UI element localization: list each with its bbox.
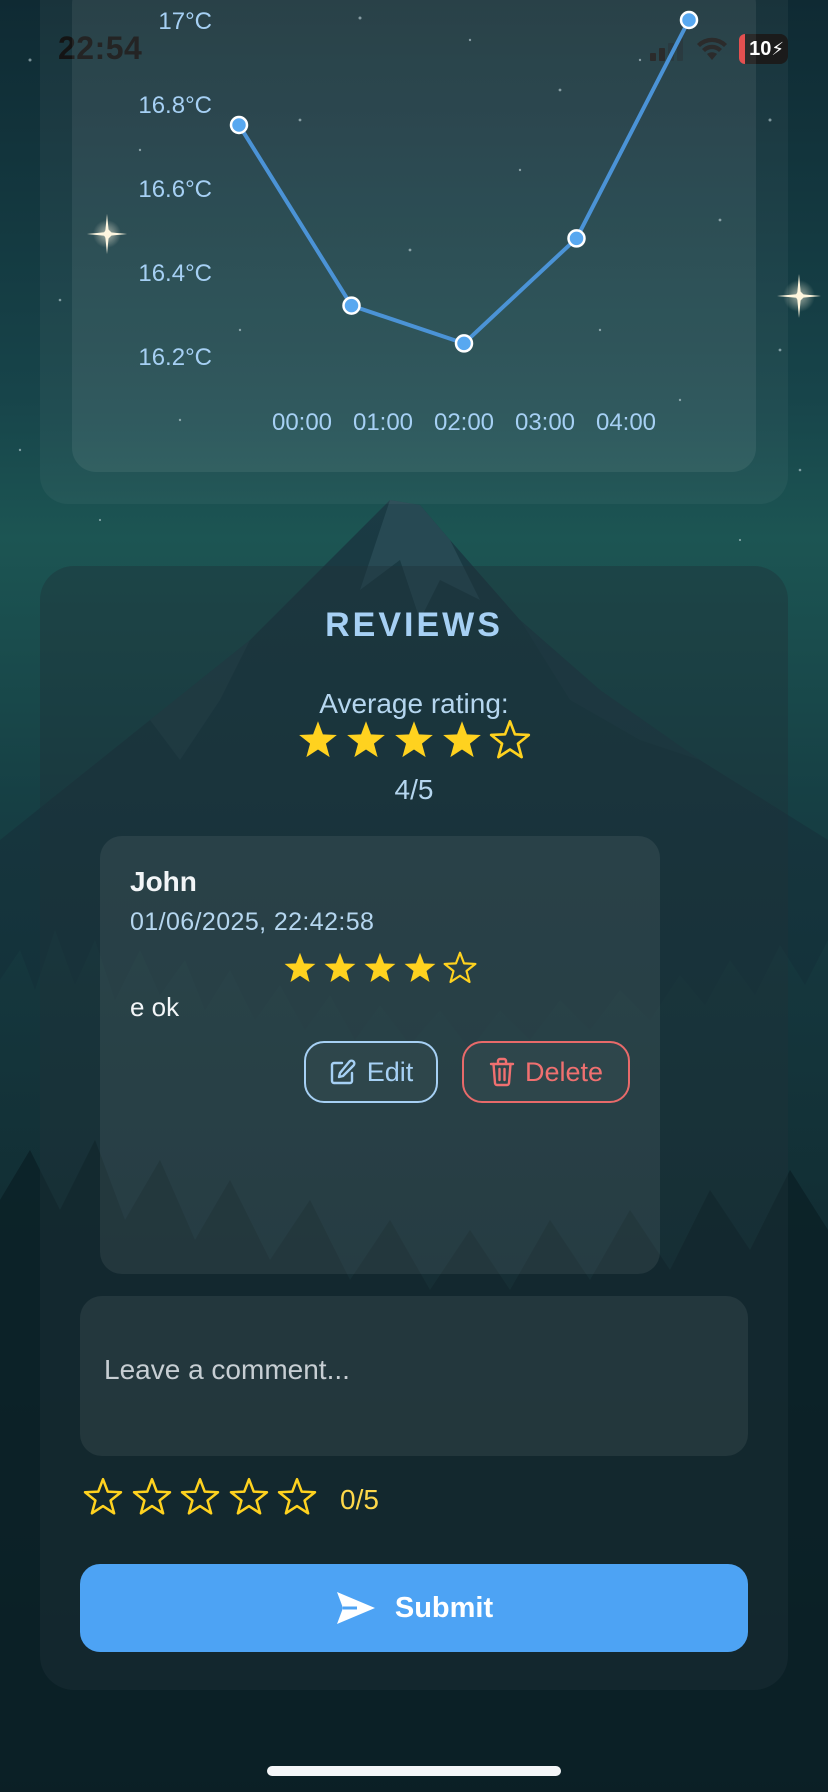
star-filled-icon	[299, 721, 337, 758]
x-tick-label: 02:00	[434, 409, 494, 436]
star-filled-icon	[395, 721, 433, 758]
average-rating-score: 4/5	[394, 774, 434, 805]
star-empty-icon[interactable]	[276, 1476, 318, 1518]
review-author: John	[130, 866, 197, 897]
review-text: e ok	[130, 992, 180, 1022]
star-filled-icon	[443, 721, 481, 758]
y-tick-label: 16.6°C	[138, 176, 212, 203]
average-rating-stars	[296, 718, 532, 768]
star-empty-icon[interactable]	[131, 1476, 173, 1518]
temperature-chart: 17°C 16.8°C 16.6°C 16.4°C 16.2°C 00:00 01:00 02…	[138, 8, 699, 436]
star-filled-icon	[364, 952, 396, 983]
temperature-data-point[interactable]	[342, 296, 361, 315]
new-review-star-rating[interactable]	[82, 1476, 318, 1522]
star-empty-icon[interactable]	[82, 1476, 124, 1518]
star-empty-icon[interactable]	[228, 1476, 270, 1518]
y-tick-label: 16.2°C	[138, 344, 212, 371]
temperature-data-point[interactable]	[567, 229, 586, 248]
submit-button-label: Submit	[394, 1591, 494, 1624]
average-rating-label: Average rating:	[319, 688, 509, 719]
edit-review-button[interactable]: Edit	[304, 1041, 438, 1103]
star-empty-icon	[443, 951, 477, 984]
star-empty-icon	[489, 719, 531, 759]
star-empty-icon[interactable]	[179, 1476, 221, 1518]
new-review-score: 0/5	[340, 1484, 379, 1515]
review-date: 01/06/2025, 22:42:58	[130, 908, 375, 936]
edit-icon	[330, 1059, 356, 1085]
star-filled-icon	[284, 952, 316, 983]
temperature-data-point[interactable]	[229, 115, 249, 135]
temperature-data-point[interactable]	[454, 334, 474, 353]
reviews-title: REVIEWS	[325, 606, 503, 644]
y-tick-label: 17°C	[158, 8, 212, 35]
edit-button-label: Edit	[366, 1056, 414, 1087]
comment-input[interactable]	[80, 1296, 748, 1456]
x-tick-label: 01:00	[353, 409, 413, 436]
x-tick-label: 00:00	[272, 409, 332, 436]
send-icon	[336, 1592, 375, 1624]
delete-review-button[interactable]: Delete	[462, 1041, 630, 1103]
submit-review-button[interactable]: Submit	[80, 1564, 748, 1652]
delete-button-label: Delete	[524, 1056, 604, 1087]
review-rating-stars	[282, 950, 478, 990]
trash-icon	[489, 1057, 515, 1087]
star-filled-icon	[404, 952, 436, 983]
y-tick-label: 16.4°C	[138, 260, 212, 287]
star-filled-icon	[347, 721, 385, 758]
temperature-data-point[interactable]	[679, 10, 699, 30]
star-filled-icon	[324, 952, 356, 983]
temperature-series-line	[237, 19, 691, 346]
y-tick-label: 16.8°C	[138, 92, 212, 119]
x-tick-label: 03:00	[515, 409, 575, 436]
home-indicator	[267, 1766, 561, 1776]
x-tick-label: 04:00	[596, 409, 656, 436]
